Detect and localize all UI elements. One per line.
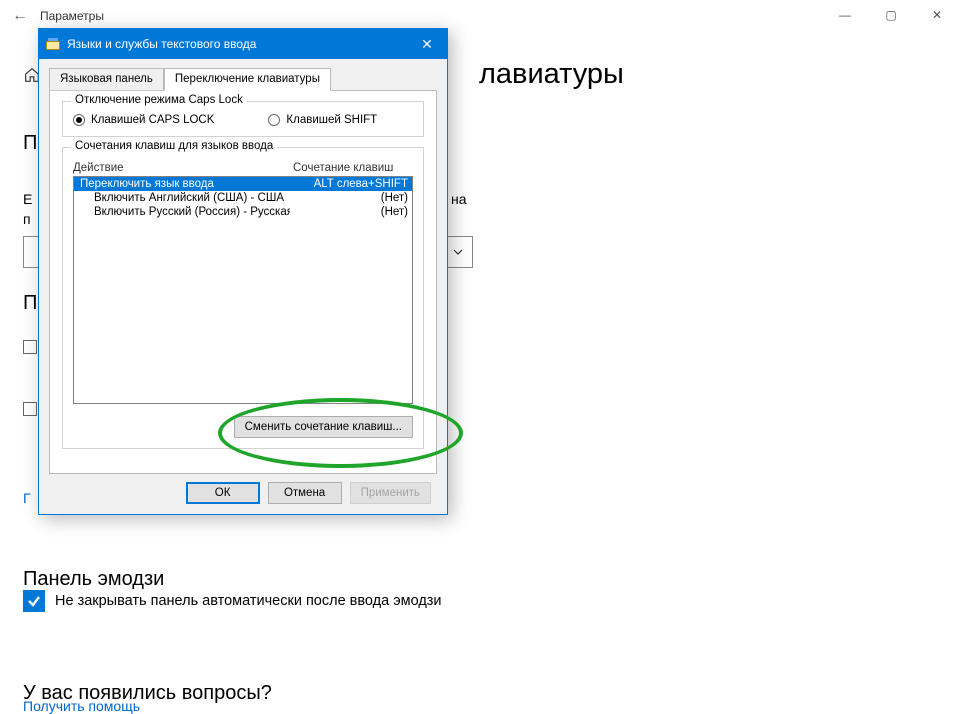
help-link[interactable]: Получить помощь [23, 698, 140, 714]
maximize-button[interactable]: ▢ [868, 0, 914, 30]
close-button[interactable]: ✕ [914, 0, 960, 30]
list-item[interactable]: Включить Английский (США) - США (Нет) [74, 191, 412, 205]
shortcuts-group: Сочетания клавиш для языков ввода Действ… [62, 147, 424, 449]
dialog-title: Языки и службы текстового ввода [67, 37, 256, 51]
tabpanel: Отключение режима Caps Lock Клавишей CAP… [49, 90, 437, 474]
capslock-group-legend: Отключение режима Caps Lock [71, 94, 247, 106]
ok-button[interactable]: ОК [186, 482, 260, 504]
list-item[interactable]: Включить Русский (Россия) - Русская (Нет… [74, 205, 412, 219]
tabstrip: Языковая панель Переключение клавиатуры [49, 68, 437, 91]
tab-language-panel[interactable]: Языковая панель [49, 68, 164, 91]
view-link-crop[interactable]: Г [23, 490, 31, 506]
col-action: Действие [73, 162, 293, 174]
back-button[interactable]: ← [0, 7, 40, 25]
emoji-checkbox-label: Не закрывать панель автоматически после … [55, 593, 442, 609]
capslock-group: Отключение режима Caps Lock Клавишей CAP… [62, 101, 424, 137]
page-title-cropped: лавиатуры [479, 58, 624, 91]
dialog-buttons: ОК Отмена Применить [49, 474, 437, 504]
list-header: Действие Сочетание клавиш [73, 162, 413, 174]
checkbox-checked-icon [23, 590, 45, 612]
languages-dialog: Языки и службы текстового ввода ✕ Языков… [38, 28, 448, 515]
window-controls: — ▢ ✕ [822, 0, 960, 30]
keyboard-icon [45, 36, 61, 52]
dialog-body: Языковая панель Переключение клавиатуры … [39, 59, 447, 514]
dialog-titlebar[interactable]: Языки и службы текстового ввода ✕ [39, 29, 447, 59]
radio-caps-lock[interactable]: Клавишей CAPS LOCK [73, 114, 214, 126]
window-title: Параметры [40, 9, 104, 23]
shortcuts-group-legend: Сочетания клавиш для языков ввода [71, 140, 277, 152]
cancel-button[interactable]: Отмена [268, 482, 342, 504]
emoji-heading: Панель эмодзи [23, 568, 164, 591]
col-shortcut: Сочетание клавиш [293, 162, 413, 174]
apply-button: Применить [350, 482, 431, 504]
emoji-checkbox-row[interactable]: Не закрывать панель автоматически после … [23, 590, 442, 612]
radio-dot-icon [268, 114, 280, 126]
link-crop: п [23, 210, 31, 230]
dialog-close-button[interactable]: ✕ [413, 36, 441, 53]
radio-dot-icon [73, 114, 85, 126]
tab-keyboard-switch[interactable]: Переключение клавиатуры [164, 68, 331, 91]
body-text-crop: на [451, 190, 467, 210]
shortcuts-listbox[interactable]: Переключить язык ввода ALT слева+SHIFT В… [73, 176, 413, 404]
list-item[interactable]: Переключить язык ввода ALT слева+SHIFT [74, 177, 412, 191]
radio-shift[interactable]: Клавишей SHIFT [268, 114, 377, 126]
change-shortcut-button[interactable]: Сменить сочетание клавиш... [234, 416, 413, 438]
minimize-button[interactable]: — [822, 0, 868, 30]
